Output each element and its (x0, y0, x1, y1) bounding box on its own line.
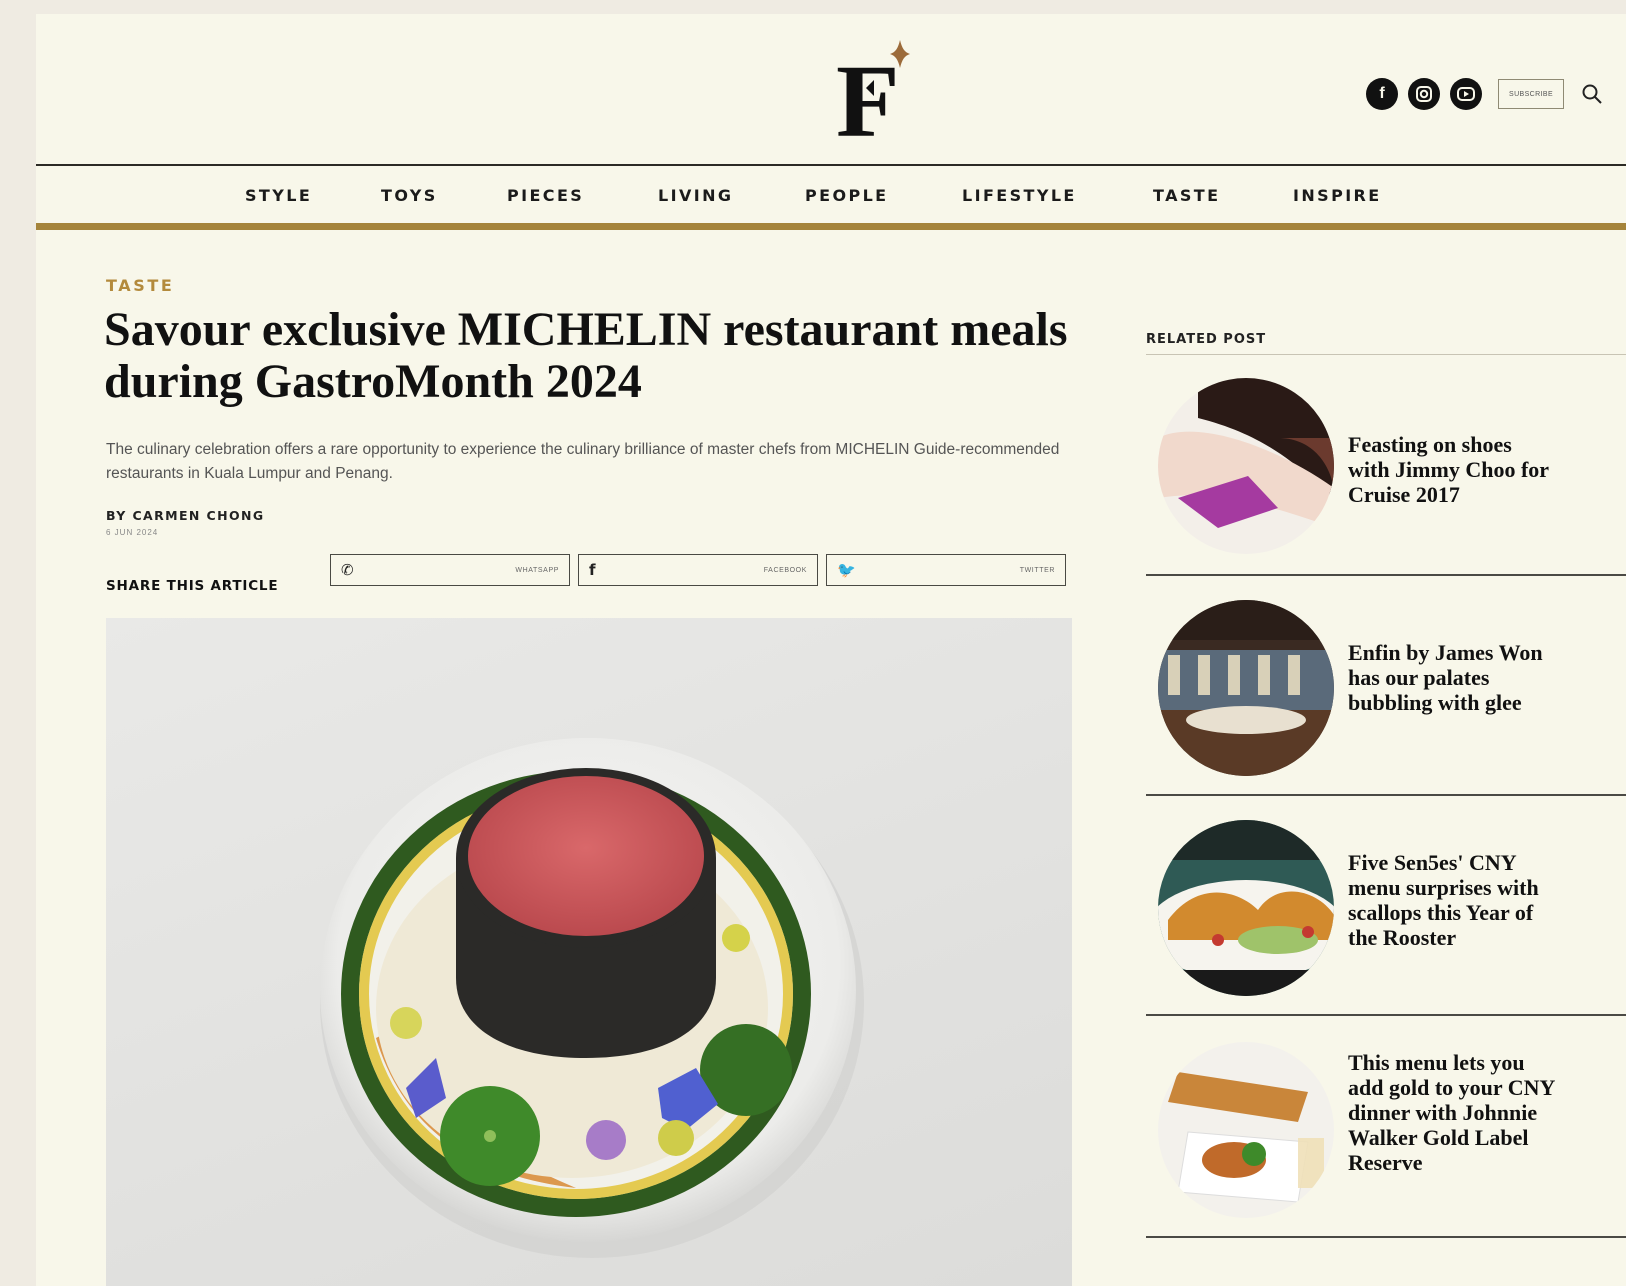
article-byline[interactable]: BY CARMEN CHONG (106, 508, 265, 523)
related-post-title[interactable]: Enfin by James Won has our palates bubbl… (1348, 640, 1558, 715)
nav-item-living[interactable]: LIVING (658, 186, 733, 205)
whatsapp-icon: ✆ (341, 561, 354, 579)
share-label: SHARE THIS ARTICLE (106, 578, 279, 594)
related-post-title[interactable]: Feasting on shoes with Jimmy Choo for Cr… (1348, 432, 1558, 507)
related-post-title[interactable]: Five Sen5es' CNY menu surprises with sca… (1348, 850, 1558, 950)
related-post-title: RELATED POST (1146, 332, 1267, 347)
sidebar-divider (1146, 794, 1626, 796)
main-nav: STYLE TOYS PIECES LIVING PEOPLE LIFESTYL… (36, 164, 1626, 230)
related-post-thumbnail[interactable] (1158, 378, 1334, 554)
article-headline: Savour exclusive MICHELIN restaurant mea… (104, 303, 1068, 408)
article-category[interactable]: TASTE (106, 276, 174, 295)
share-twitter-button[interactable]: 🐦 TWITTER (826, 554, 1066, 586)
related-post[interactable]: Feasting on shoes with Jimmy Choo for Cr… (1158, 378, 1618, 558)
brand-logo[interactable]: F (828, 36, 938, 148)
social-links: f SUBSCRIBE (1366, 78, 1604, 110)
share-facebook-button[interactable]: f FACEBOOK (578, 554, 818, 586)
search-icon[interactable] (1580, 82, 1604, 106)
related-post-thumbnail[interactable] (1158, 600, 1334, 776)
facebook-icon[interactable]: f (1366, 78, 1398, 110)
hero-image (106, 618, 1072, 1286)
related-post-thumbnail[interactable] (1158, 1042, 1334, 1218)
share-whatsapp-label: WHATSAPP (515, 566, 559, 574)
nav-item-pieces[interactable]: PIECES (507, 186, 584, 205)
nav-item-style[interactable]: STYLE (245, 186, 312, 205)
page: F f SUBSCRIBE STYLE TOYS PIECES LIVING P… (36, 14, 1626, 1286)
nav-item-people[interactable]: PEOPLE (805, 186, 889, 205)
masthead: F f SUBSCRIBE (36, 14, 1626, 164)
share-whatsapp-button[interactable]: ✆ WHATSAPP (330, 554, 570, 586)
svg-text:F: F (836, 44, 900, 148)
related-post-thumbnail[interactable] (1158, 820, 1334, 996)
related-post[interactable]: Enfin by James Won has our palates bubbl… (1158, 600, 1618, 780)
sidebar-divider (1146, 354, 1626, 355)
subscribe-button[interactable]: SUBSCRIBE (1498, 79, 1565, 109)
article-standfirst: The culinary celebration offers a rare o… (106, 441, 1060, 482)
related-post[interactable]: Five Sen5es' CNY menu surprises with sca… (1158, 820, 1618, 1000)
facebook-icon: f (589, 561, 596, 579)
share-twitter-label: TWITTER (1019, 566, 1055, 574)
youtube-icon[interactable] (1450, 78, 1482, 110)
share-facebook-label: FACEBOOK (763, 566, 807, 574)
sidebar-divider (1146, 1014, 1626, 1016)
nav-item-inspire[interactable]: INSPIRE (1293, 186, 1382, 205)
twitter-icon: 🐦 (837, 561, 856, 579)
nav-item-toys[interactable]: TOYS (381, 186, 438, 205)
article-date: 6 JUN 2024 (106, 528, 159, 537)
related-post-title[interactable]: This menu lets you add gold to your CNY … (1348, 1050, 1558, 1175)
sidebar-divider (1146, 1236, 1626, 1238)
instagram-icon[interactable] (1408, 78, 1440, 110)
nav-item-taste[interactable]: TASTE (1153, 186, 1220, 205)
related-post[interactable]: This menu lets you add gold to your CNY … (1158, 1042, 1618, 1222)
nav-item-lifestyle[interactable]: LIFESTYLE (962, 186, 1077, 205)
sidebar-divider (1146, 574, 1626, 576)
